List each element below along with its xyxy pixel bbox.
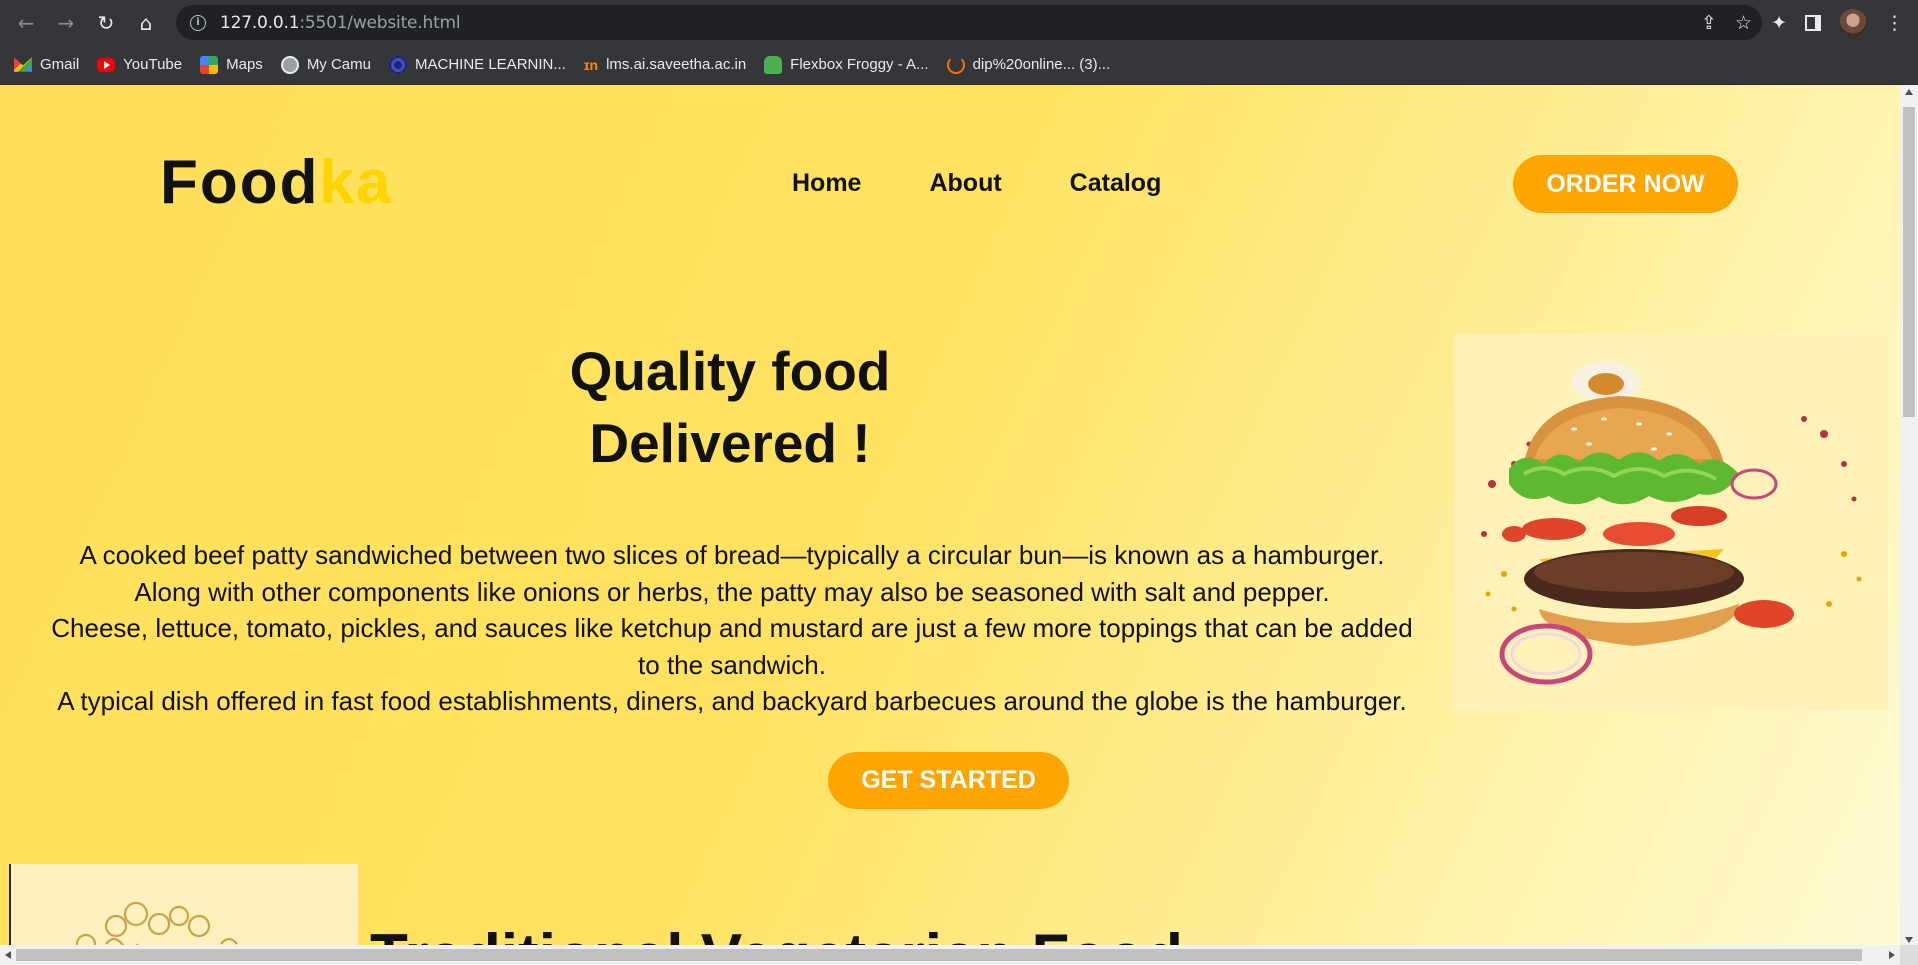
hero-description: A cooked beef patty sandwiched between t… [6,537,1458,720]
scrollbar-corner [1900,945,1918,965]
vertical-scroll-thumb[interactable] [1903,107,1915,417]
bookmark-star-icon[interactable]: ☆ [1735,12,1752,34]
hero-title: Quality food Delivered ! [330,335,1130,479]
menu-kebab-icon[interactable]: ⋮ [1885,12,1904,34]
back-arrow-icon[interactable]: ← [6,0,46,45]
hero-text-line: Along with other components like onions … [134,576,1330,607]
side-panel-icon[interactable] [1805,14,1821,31]
hero-title-line: Delivered ! [589,412,871,474]
bookmark-gmail[interactable]: Gmail [14,56,79,74]
bookmark-flexbox-froggy[interactable]: Flexbox Froggy - A... [764,55,929,74]
site-nav: Home About Catalog [792,169,1161,198]
loading-icon [946,55,965,74]
nav-about-link[interactable]: About [929,169,1001,198]
share-icon[interactable]: ⇪ [1701,12,1717,34]
url-text[interactable]: 127.0.0.1:5501/website.html [220,13,461,33]
page-viewport: Foodka Home About Catalog ORDER NOW Qual… [0,85,1900,945]
globe-icon [280,55,299,74]
site-logo[interactable]: Foodka [160,147,392,218]
nav-home-link[interactable]: Home [792,169,861,198]
hero-title-line: Quality food [569,340,891,402]
froggy-icon [764,55,783,74]
section-heading-vegetarian: Traditional Vegetarian Food [370,921,1183,945]
profile-avatar[interactable] [1839,8,1867,37]
address-bar[interactable]: i 127.0.0.1:5501/website.html ⇪ ☆ [176,5,1762,40]
vegetarian-food-image [9,864,358,945]
extensions-icon[interactable]: ✦ [1771,12,1787,34]
browser-toolbar: ← → ↻ ⌂ i 127.0.0.1:5501/website.html ⇪ … [0,0,1918,45]
hero-text-line: to the sandwich. [638,649,826,680]
hero-text-line: Cheese, lettuce, tomato, pickles, and sa… [51,613,1413,643]
scroll-right-arrow-icon[interactable] [1889,951,1895,959]
bookmark-lms[interactable]: ɪn lms.ai.saveetha.ac.in [584,56,746,73]
bookmark-maps[interactable]: Maps [200,55,263,74]
youtube-icon [97,57,116,72]
burger-image [1454,334,1888,710]
hero-text-line: A cooked beef patty sandwiched between t… [79,540,1385,570]
bookmarks-bar: Gmail YouTube Maps My Camu MACHINE LEARN… [0,45,1918,85]
bookmark-youtube[interactable]: YouTube [97,56,182,73]
ml-icon [389,55,407,74]
site-info-icon[interactable]: i [190,14,206,31]
vertical-scrollbar[interactable] [1900,85,1918,965]
scroll-up-arrow-icon[interactable] [1905,89,1913,95]
forward-arrow-icon[interactable]: → [46,0,86,45]
hero-text-line: A typical dish offered in fast food esta… [57,686,1407,716]
bookmark-dip-online[interactable]: dip%20online... (3)... [946,55,1110,74]
bookmark-my-camu[interactable]: My Camu [280,55,371,74]
bookmark-machine-learning[interactable]: MACHINE LEARNIN... [389,55,566,74]
lms-icon: ɪn [583,56,599,73]
reload-icon[interactable]: ↻ [86,0,126,45]
scroll-left-arrow-icon[interactable] [5,951,11,959]
get-started-button[interactable]: GET STARTED [828,752,1069,809]
nav-catalog-link[interactable]: Catalog [1070,169,1162,198]
scroll-down-arrow-icon[interactable] [1905,937,1913,943]
horizontal-scroll-thumb[interactable] [16,949,1862,961]
home-icon[interactable]: ⌂ [126,0,166,45]
order-now-button[interactable]: ORDER NOW [1513,155,1738,213]
gmail-icon [14,57,32,72]
horizontal-scrollbar[interactable] [0,945,1900,965]
maps-icon [200,55,219,74]
